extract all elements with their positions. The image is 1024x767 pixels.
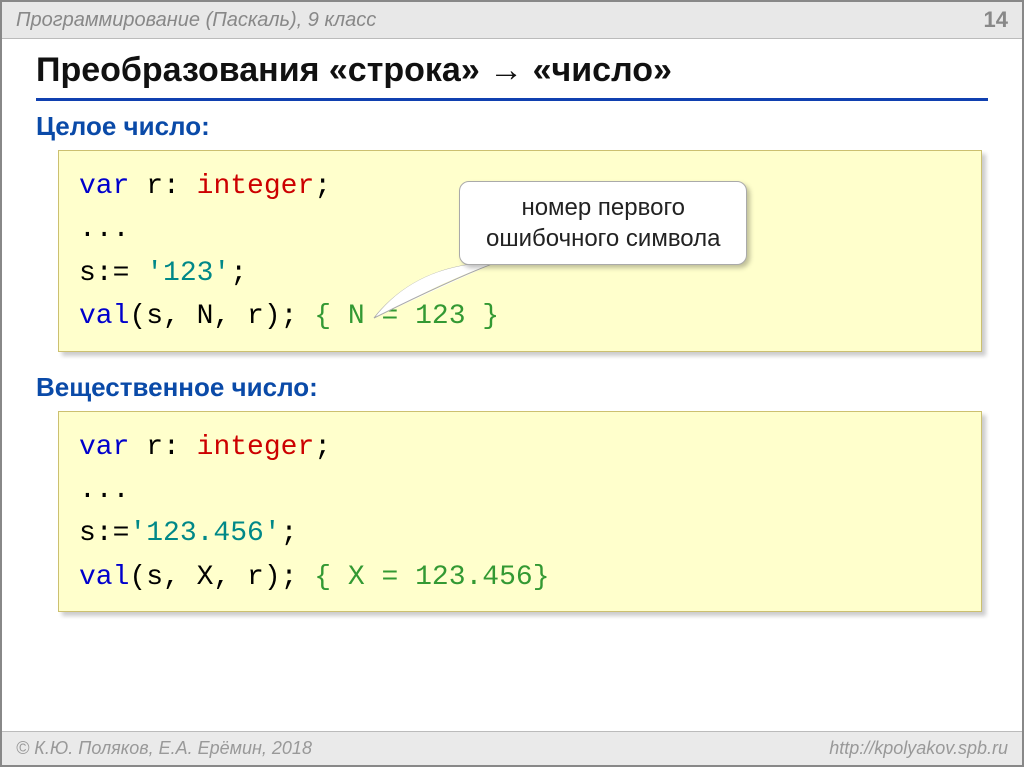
code-line: val(s, N, r); { N = 123 }	[79, 295, 961, 338]
code-line: ...	[79, 469, 961, 512]
code-text: ;	[281, 518, 298, 549]
code-text: s:=	[79, 258, 146, 289]
code-text: (s, N, r);	[129, 301, 314, 332]
keyword-var: var	[79, 171, 129, 202]
code-text: ;	[314, 171, 331, 202]
slide-title: Преобразования «строка» → «число»	[36, 51, 988, 101]
page-number: 14	[984, 7, 1008, 33]
code-text: r:	[129, 171, 196, 202]
code-text: r:	[129, 432, 196, 463]
string-literal: '123.456'	[129, 518, 280, 549]
callout-line2: ошибочного символа	[486, 223, 720, 254]
code-block-real: var r: integer; ... s:='123.456'; val(s,…	[58, 411, 982, 613]
func-val: val	[79, 301, 129, 332]
func-val: val	[79, 562, 129, 593]
code-block-integer: var r: integer; ... s:= '123'; val(s, N,…	[58, 150, 982, 352]
course-label: Программирование (Паскаль), 9 класс	[16, 9, 376, 32]
callout-line1: номер первого	[486, 192, 720, 223]
type-integer: integer	[197, 432, 315, 463]
footer-url: http://kpolyakov.spb.ru	[829, 738, 1008, 759]
string-literal: '123'	[146, 258, 230, 289]
code-text: ;	[230, 258, 247, 289]
section1-heading: Целое число:	[36, 111, 988, 142]
section2-heading: Вещественное число:	[36, 372, 988, 403]
type-integer: integer	[197, 171, 315, 202]
code-text: ;	[314, 432, 331, 463]
header-bar: Программирование (Паскаль), 9 класс 14	[2, 2, 1022, 39]
comment: { X = 123.456}	[314, 562, 549, 593]
code-line: var r: integer;	[79, 426, 961, 469]
keyword-var: var	[79, 432, 129, 463]
code-line: val(s, X, r); { X = 123.456}	[79, 556, 961, 599]
code-text: s:=	[79, 518, 129, 549]
slide-content: Преобразования «строка» → «число» Целое …	[2, 39, 1022, 612]
code-line: s:='123.456';	[79, 512, 961, 555]
code-text: (s, X, r);	[129, 562, 314, 593]
callout-box: номер первого ошибочного символа	[459, 181, 747, 265]
footer-authors: © К.Ю. Поляков, Е.А. Ерёмин, 2018	[16, 738, 312, 759]
footer-bar: © К.Ю. Поляков, Е.А. Ерёмин, 2018 http:/…	[2, 731, 1022, 765]
